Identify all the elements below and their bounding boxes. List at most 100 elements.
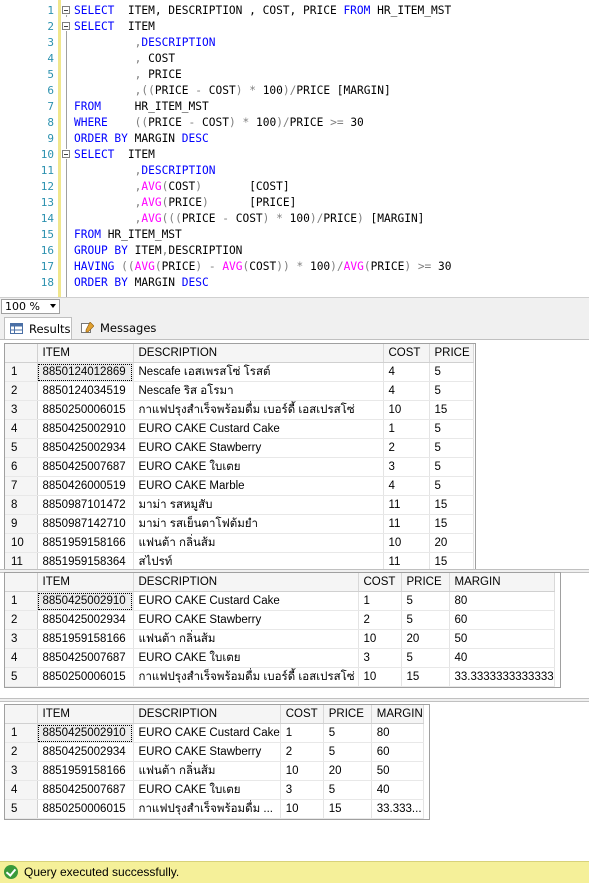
column-header[interactable]: ITEM [37, 344, 134, 363]
table-cell[interactable]: 2 [383, 438, 430, 458]
table-cell[interactable]: 2 [358, 610, 402, 630]
code-line[interactable]: 8 WHERE ((PRICE - COST) * 100)/PRICE >= 3… [0, 115, 589, 131]
code-line[interactable]: 4 , COST [0, 51, 589, 67]
table-row[interactable]: 3 8851959158166 แฟนต้า กลิ่นส้ม 10 20 50 [5, 629, 555, 649]
table-cell[interactable]: 8851959158166 [37, 533, 134, 553]
row-number[interactable]: 3 [5, 629, 38, 649]
table-cell[interactable]: 3 [280, 780, 324, 800]
table-cell[interactable]: 1 [358, 591, 402, 611]
table-cell[interactable]: 5 [401, 648, 450, 668]
table-cell[interactable]: 5 [401, 591, 450, 611]
table-cell[interactable]: 33.3333333333333 [449, 667, 555, 687]
table-cell[interactable]: 8850124012869 [37, 362, 134, 382]
table-cell[interactable]: 8850425002934 [37, 610, 134, 630]
table-cell[interactable]: EURO CAKE ใบเตย [133, 648, 359, 668]
table-cell[interactable]: 10 [383, 533, 430, 553]
row-number[interactable]: 2 [5, 381, 38, 401]
table-cell[interactable]: 10 [383, 400, 430, 420]
collapse-icon[interactable] [62, 22, 70, 30]
table-cell[interactable]: 11 [383, 495, 430, 515]
result-grid-3[interactable]: ITEM DESCRIPTION COST PRICE MARGIN 1 885042500… [4, 704, 430, 820]
table-cell[interactable]: 5 [429, 457, 474, 477]
table-cell[interactable]: 60 [371, 742, 424, 762]
column-header[interactable]: COST [358, 573, 402, 592]
table-row[interactable]: 5 8850250006015 กาแฟปรุงสำเร็จพร้อมดื่ม ..… [5, 799, 424, 819]
table-cell[interactable]: EURO CAKE Custard Cake [133, 723, 281, 743]
code-line[interactable]: 14 ,AVG(((PRICE - COST) * 100)/PRICE) [M… [0, 211, 589, 227]
table-row[interactable]: 3 8850250006015 กาแฟปรุงสำเร็จพร้อมดื่ม เบ… [5, 400, 474, 420]
result-grid-2[interactable]: ITEM DESCRIPTION COST PRICE MARGIN 1 885042500… [4, 572, 561, 688]
column-header[interactable]: ITEM [37, 573, 134, 592]
table-cell[interactable]: EURO CAKE Stawberry [133, 438, 384, 458]
table-cell[interactable]: 1 [383, 419, 430, 439]
table-cell[interactable]: 11 [383, 514, 430, 534]
collapse-icon[interactable] [62, 6, 70, 14]
row-number[interactable]: 6 [5, 457, 38, 477]
table-cell[interactable]: 8850250006015 [37, 667, 134, 687]
table-cell[interactable]: 3 [358, 648, 402, 668]
column-header[interactable]: COST [280, 705, 324, 724]
column-header[interactable]: DESCRIPTION [133, 344, 384, 363]
code-line[interactable]: 12 ,AVG(COST) [COST] [0, 179, 589, 195]
row-number[interactable]: 9 [5, 514, 38, 534]
table-cell[interactable]: 40 [371, 780, 424, 800]
code-line[interactable]: 17 HAVING ((AVG(PRICE) - AVG(COST)) * 100… [0, 259, 589, 275]
table-cell[interactable]: 4 [383, 381, 430, 401]
table-cell[interactable]: 8850425002910 [37, 723, 134, 743]
table-cell[interactable]: 80 [371, 723, 424, 743]
row-number[interactable]: 7 [5, 476, 38, 496]
table-cell[interactable]: 33.333... [371, 799, 424, 819]
table-cell[interactable]: 5 [429, 419, 474, 439]
table-cell[interactable]: EURO CAKE Stawberry [133, 742, 281, 762]
table-cell[interactable]: 8850987142710 [37, 514, 134, 534]
table-cell[interactable]: 8850425007687 [37, 457, 134, 477]
grid-corner[interactable] [5, 573, 38, 592]
collapse-icon[interactable] [62, 150, 70, 158]
table-row[interactable]: 4 8850425002910 EURO CAKE Custard Cake 1 5 [5, 419, 474, 439]
table-cell[interactable]: 10 [358, 629, 402, 649]
table-cell[interactable]: EURO CAKE Marble [133, 476, 384, 496]
table-row[interactable]: 4 8850425007687 EURO CAKE ใบเตย 3 5 40 [5, 648, 555, 668]
table-cell[interactable]: 40 [449, 648, 555, 668]
table-cell[interactable]: 20 [429, 533, 474, 553]
result-grid-1[interactable]: ITEM DESCRIPTION COST PRICE 1 8850124012869 Ne… [4, 343, 476, 571]
grid-corner[interactable] [5, 344, 38, 363]
chevron-down-icon[interactable] [50, 304, 56, 308]
table-cell[interactable]: กาแฟปรุงสำเร็จพร้อมดื่ม เบอร์ดี้ เอสเปรส… [133, 667, 359, 687]
table-cell[interactable]: 3 [383, 457, 430, 477]
table-cell[interactable]: กาแฟปรุงสำเร็จพร้อมดื่ม เบอร์ดี้ เอสเปรส… [133, 400, 384, 420]
table-cell[interactable]: 8850425007687 [37, 648, 134, 668]
table-cell[interactable]: 10 [280, 761, 324, 781]
column-header[interactable]: PRICE [429, 344, 474, 363]
row-number[interactable]: 4 [5, 419, 38, 439]
row-number[interactable]: 3 [5, 400, 38, 420]
code-line[interactable]: 16 GROUP BY ITEM,DESCRIPTION [0, 243, 589, 259]
grid-corner[interactable] [5, 705, 38, 724]
table-cell[interactable]: 5 [429, 362, 474, 382]
row-number[interactable]: 2 [5, 610, 38, 630]
code-line[interactable]: 7 FROM HR_ITEM_MST [0, 99, 589, 115]
row-number[interactable]: 1 [5, 362, 38, 382]
code-line[interactable]: 2 SELECT ITEM [0, 19, 589, 35]
table-cell[interactable]: 20 [323, 761, 372, 781]
code-line[interactable]: 18 ORDER BY MARGIN DESC [0, 275, 589, 291]
code-line[interactable]: 15 FROM HR_ITEM_MST [0, 227, 589, 243]
row-number[interactable]: 5 [5, 667, 38, 687]
table-row[interactable]: 4 8850425007687 EURO CAKE ใบเตย 3 5 40 [5, 780, 424, 800]
table-cell[interactable]: 8850987101472 [37, 495, 134, 515]
row-number[interactable]: 2 [5, 742, 38, 762]
column-header[interactable]: COST [383, 344, 430, 363]
table-cell[interactable]: 1 [280, 723, 324, 743]
column-header[interactable]: DESCRIPTION [133, 573, 359, 592]
tab-messages[interactable]: Messages [76, 317, 180, 339]
table-cell[interactable]: Nescafe เอสเพรสโซ่ โรสต์ [133, 362, 384, 382]
table-cell[interactable]: 15 [401, 667, 450, 687]
column-header[interactable]: DESCRIPTION [133, 705, 281, 724]
table-cell[interactable]: มาม่า รสเย็นตาโฟต้มยำ [133, 514, 384, 534]
table-cell[interactable]: 4 [383, 476, 430, 496]
results-pane[interactable]: ITEM DESCRIPTION COST PRICE 1 8850124012869 Ne… [0, 340, 589, 861]
table-row[interactable]: 3 8851959158166 แฟนต้า กลิ่นส้ม 10 20 50 [5, 761, 424, 781]
table-cell[interactable]: 5 [429, 381, 474, 401]
table-row[interactable]: 1 8850425002910 EURO CAKE Custard Cake 1 5 80 [5, 723, 424, 743]
table-cell[interactable]: 8850425002934 [37, 438, 134, 458]
